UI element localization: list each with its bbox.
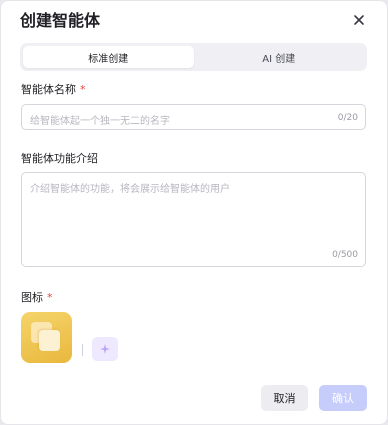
create-agent-dialog: 创建智能体 标准创建 AI 创建 智能体名称 * 给智能体起一个独一无二的名字 0… (0, 0, 388, 425)
required-mark: * (80, 83, 86, 96)
intro-label-text: 智能体功能介绍 (21, 152, 98, 165)
dialog-title: 创建智能体 (20, 11, 101, 30)
agent-name-input[interactable]: 给智能体起一个独一无二的名字 0/20 (21, 104, 366, 130)
close-icon (354, 15, 364, 25)
generate-icon-button[interactable] (92, 337, 118, 361)
icon-field-label: 图标 * (21, 289, 53, 305)
name-field-label: 智能体名称 * (21, 81, 86, 97)
agent-avatar-icon[interactable] (21, 312, 72, 363)
tab-ai-create[interactable]: AI 创建 (194, 46, 365, 68)
icon-divider (82, 344, 83, 356)
required-mark: * (47, 291, 53, 304)
agent-intro-counter: 0/500 (332, 250, 358, 260)
icon-label-text: 图标 (21, 291, 43, 304)
intro-field-label: 智能体功能介绍 (21, 150, 98, 166)
name-label-text: 智能体名称 (21, 83, 76, 96)
agent-name-counter: 0/20 (337, 113, 358, 123)
agent-intro-placeholder: 介绍智能体的功能，将会展示给智能体的用户 (30, 184, 230, 195)
agent-name-placeholder: 给智能体起一个独一无二的名字 (30, 116, 170, 127)
creation-mode-tabs: 标准创建 AI 创建 (20, 43, 367, 71)
tab-standard-create[interactable]: 标准创建 (23, 46, 194, 68)
cancel-button[interactable]: 取消 (261, 385, 308, 411)
avatar-shape-front (39, 330, 60, 351)
sparkle-icon (100, 344, 110, 354)
confirm-button[interactable]: 确认 (319, 385, 367, 411)
close-button[interactable] (351, 12, 367, 28)
agent-intro-textarea[interactable]: 介绍智能体的功能，将会展示给智能体的用户 0/500 (21, 172, 366, 267)
